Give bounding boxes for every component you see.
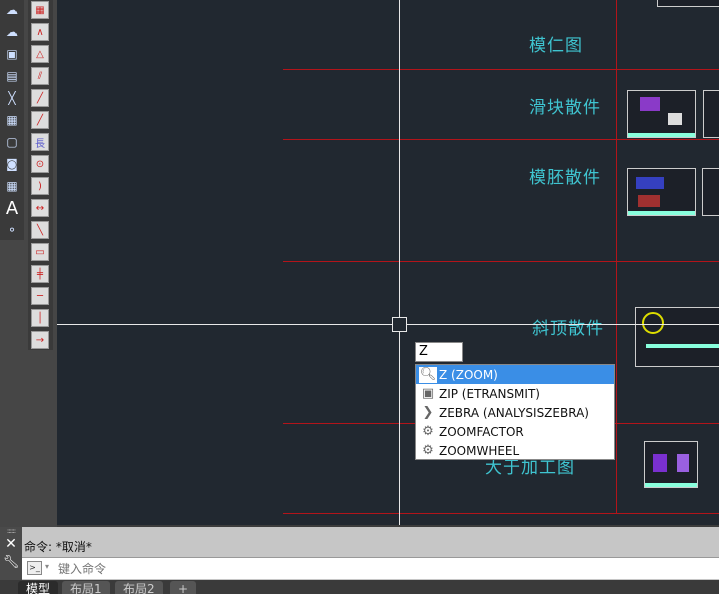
drawing-thumbnail[interactable] — [703, 90, 719, 138]
grid-line — [283, 261, 719, 262]
draw-toolbar: ☁ ☁ ▣ ▤ ╳ ▦ ▢ ◙ ▦ A ⚬ — [0, 0, 24, 240]
zebra-icon: ❯ — [422, 405, 434, 420]
block-icon[interactable]: ▣ — [3, 45, 21, 63]
xline-icon[interactable]: ╳ — [3, 89, 21, 107]
autocomplete-item[interactable]: ❯ ZEBRA (ANALYSISZEBRA) — [416, 403, 614, 422]
hatch-lines-icon[interactable]: ⫽ — [31, 67, 49, 85]
command-prompt-icon[interactable]: >_ — [27, 561, 42, 575]
left-toolbar-panel: ☁ ☁ ▣ ▤ ╳ ▦ ▢ ◙ ▦ A ⚬ ▦ ∧ △ ⫽ ╱ ╱ 長 ⊙) ↔ ╲ ▭ ╪ ─ │ → — [0, 0, 57, 527]
command-window-handle[interactable]: :::::: ✕ 🔧︎ — [0, 527, 22, 580]
arc-icon[interactable]: ) — [31, 177, 49, 195]
drawing-thumbnail[interactable] — [627, 90, 696, 138]
crosshair-vertical — [399, 0, 400, 525]
text-icon[interactable]: A — [3, 198, 21, 219]
gear-icon: ⚙ — [422, 443, 434, 458]
vertical-dim-icon[interactable]: │ — [31, 309, 49, 327]
triangle-icon[interactable]: △ — [31, 45, 49, 63]
split-icon[interactable]: ─ — [31, 287, 49, 305]
autocomplete-item[interactable]: ⚙ ZOOMFACTOR — [416, 422, 614, 441]
point-icon[interactable]: ⚬ — [3, 221, 21, 239]
drawing-thumbnail[interactable] — [702, 168, 719, 216]
crosshair-horizontal — [57, 324, 719, 325]
gear-icon: ⚙ — [422, 424, 434, 439]
layout-tab[interactable]: 布局2 — [115, 581, 163, 594]
arrow-dim-icon[interactable]: → — [31, 331, 49, 349]
line-icon[interactable]: ╱ — [31, 111, 49, 129]
dimension-toolbar: ▦ ∧ △ ⫽ ╱ ╱ 長 ⊙) ↔ ╲ ▭ ╪ ─ │ → — [28, 0, 53, 350]
drawing-thumbnail[interactable] — [657, 0, 719, 7]
chevron-down-icon[interactable]: ▾ — [45, 562, 49, 571]
command-history: 命令: *取消* — [24, 540, 92, 554]
rect-icon[interactable]: ▭ — [31, 243, 49, 261]
pickbox-cursor — [392, 317, 407, 332]
autocomplete-item-label: ZOOMWHEEL — [439, 443, 520, 458]
layout-tab[interactable]: + — [170, 581, 197, 594]
grid-line-vertical — [616, 0, 617, 513]
revcloud-icon[interactable]: ☁ — [3, 23, 21, 41]
drawing-label: 模胚散件 — [529, 168, 601, 188]
layout-tab[interactable]: 布局1 — [62, 581, 110, 594]
polyline-icon[interactable]: ∧ — [31, 23, 49, 41]
layout-tab[interactable]: 模型 — [18, 581, 59, 594]
table-icon[interactable]: ▦ — [3, 177, 21, 195]
autocomplete-item[interactable]: ▣ ZIP (ETRANSMIT) — [416, 384, 614, 403]
dim-icon[interactable]: ↔ — [31, 199, 49, 217]
drawing-thumbnail[interactable] — [635, 307, 719, 367]
autocomplete-item-label: ZEBRA (ANALYSISZEBRA) — [439, 405, 589, 420]
drawing-canvas[interactable]: 模仁图 滑块散件 模胚散件 斜顶散件 大于加工图 — [57, 0, 719, 525]
etransmit-icon: ▣ — [421, 386, 435, 401]
wipeout-icon[interactable]: ◙ — [3, 155, 21, 173]
hatch-icon[interactable]: ▦ — [3, 111, 21, 129]
zoom-icon: 🔍︎ — [419, 366, 437, 383]
autocomplete-list: 🔍︎ Z (ZOOM) ▣ ZIP (ETRANSMIT) ❯ ZEBRA (ANALYS… — [415, 364, 615, 460]
layout-tabs: 模型 布局1 布局2 + — [0, 580, 719, 594]
break-icon[interactable]: ╪ — [31, 265, 49, 283]
point-line-icon[interactable]: ╲ — [31, 221, 49, 239]
autocomplete-item-label: Z (ZOOM) — [439, 367, 498, 382]
close-icon[interactable]: ✕ — [0, 536, 22, 552]
grip-icon[interactable]: :::::: — [0, 527, 22, 535]
cloud-icon[interactable]: ☁ — [3, 1, 21, 19]
command-input[interactable] — [58, 560, 658, 577]
wblock-icon[interactable]: ▤ — [3, 67, 21, 85]
drawing-label: 模仁图 — [529, 36, 583, 56]
region-icon[interactable]: ▢ — [3, 133, 21, 151]
length-icon[interactable]: 長 — [31, 133, 49, 151]
dynamic-command-input[interactable]: Z — [415, 342, 463, 362]
drawing-label: 斜顶散件 — [532, 319, 604, 339]
circle-dim-icon[interactable]: ⊙ — [31, 155, 49, 173]
drawing-label: 滑块散件 — [529, 98, 601, 118]
color-icon[interactable]: ▦ — [31, 1, 49, 19]
autocomplete-item[interactable]: 🔍︎ Z (ZOOM) — [416, 365, 614, 384]
autocomplete-item-label: ZOOMFACTOR — [439, 424, 524, 439]
grid-line — [283, 139, 719, 140]
drawing-thumbnail[interactable] — [644, 441, 698, 488]
drawing-thumbnail[interactable] — [627, 168, 696, 216]
grid-line — [283, 513, 719, 514]
autocomplete-item-label: ZIP (ETRANSMIT) — [439, 386, 540, 401]
autocomplete-item[interactable]: ⚙ ZOOMWHEEL — [416, 441, 614, 460]
command-line[interactable]: >_ ▾ — [22, 557, 719, 579]
grid-line — [283, 69, 719, 70]
wrench-icon[interactable]: 🔧︎ — [0, 555, 22, 570]
dash-line-icon[interactable]: ╱ — [31, 89, 49, 107]
